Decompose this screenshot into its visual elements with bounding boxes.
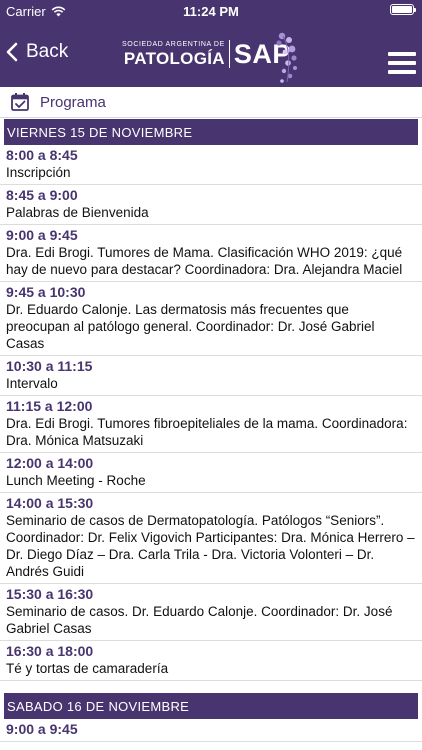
chevron-left-icon [6,42,18,62]
section-title: Programa [40,93,106,111]
entry-time: 15:30 a 16:30 [6,586,94,602]
entry-time: 16:30 a 18:00 [6,643,94,659]
entry-time: 9:00 a 9:45 [6,227,78,243]
schedule-entry[interactable]: 12:00 a 14:00 Lunch Meeting - Roche [0,453,422,493]
status-right [390,4,416,15]
schedule-entry[interactable]: 14:00 a 15:30 Seminario de casos de Derm… [0,493,422,584]
schedule-entry[interactable]: 10:30 a 11:15 Intervalo [0,356,422,396]
status-time: 11:24 PM [183,4,239,19]
battery-fill [392,6,412,13]
entry-description: Intervalo [6,376,58,391]
schedule-entry[interactable]: 9:00 a 9:45 Dra. Edi Brogi. Tumores de M… [0,225,422,282]
day-spacer [0,681,422,693]
nav-bar: Back SOCIEDAD ARGENTINA DE PATOLOGÍA SAP [0,22,422,87]
entry-time: 11:15 a 12:00 [6,398,93,414]
entry-description: Inscripción [6,165,71,180]
entry-time: 8:00 a 8:45 [6,147,78,163]
day-header: VIERNES 15 DE NOVIEMBRE [4,119,418,145]
logo-big-text: PATOLOGÍA [123,49,225,68]
logo-text: SOCIEDAD ARGENTINA DE PATOLOGÍA [122,40,225,68]
entry-time: 12:00 a 14:00 [6,455,94,471]
logo-divider [228,40,230,68]
logo-small-text: SOCIEDAD ARGENTINA DE [122,41,225,48]
entry-time: 9:00 a 9:45 [6,721,78,737]
back-label: Back [26,41,69,62]
entry-description: Dra. Edi Brogi. Tumores fibroepiteliales… [6,416,408,448]
entry-description: Lunch Meeting - Roche [6,473,146,488]
menu-line [388,70,416,74]
entry-time: 14:00 a 15:30 [6,495,94,511]
calendar-check-icon [11,93,29,111]
battery-icon [390,4,416,15]
day-block: VIERNES 15 DE NOVIEMBRE 8:00 a 8:45 Insc… [0,119,422,681]
entry-description: Dra. Edi Brogi. Tumores de Mama. Clasifi… [6,245,403,277]
entry-time: 9:45 a 10:30 [6,284,86,300]
schedule-entry[interactable]: 15:30 a 16:30 Seminario de casos. Dr. Ed… [0,584,422,641]
entry-description: Té y tortas de camaradería [6,661,169,676]
sap-logo: SOCIEDAD ARGENTINA DE PATOLOGÍA SAP [122,32,297,83]
schedule-entry[interactable]: 16:30 a 18:00 Té y tortas de camaradería [0,641,422,681]
entry-time: 10:30 a 11:15 [6,358,93,374]
day-header: SABADO 16 DE NOVIEMBRE [4,693,418,719]
section-header: Programa [0,87,422,118]
flower-icon [276,32,297,83]
status-bar: Carrier 11:24 PM [0,0,422,22]
entry-description: Seminario de casos. Dr. Eduardo Calonje.… [6,604,393,636]
entry-description: Seminario de casos de Dermatopatología. … [6,513,415,579]
entry-description: Dr. Eduardo Calonje. Las dermatosis más … [6,302,375,351]
menu-line [388,52,416,56]
entry-description: Palabras de Bienvenida [6,205,149,220]
hamburger-menu-button[interactable] [388,52,416,74]
day-block: SABADO 16 DE NOVIEMBRE 9:00 a 9:45 [0,693,422,742]
schedule-entry[interactable]: 9:00 a 9:45 [0,719,422,742]
schedule-list: VIERNES 15 DE NOVIEMBRE 8:00 a 8:45 Insc… [0,119,422,742]
entry-time: 8:45 a 9:00 [6,187,78,203]
back-button[interactable]: Back [6,41,68,63]
schedule-entry[interactable]: 11:15 a 12:00 Dra. Edi Brogi. Tumores fi… [0,396,422,453]
menu-line [388,61,416,65]
schedule-entry[interactable]: 9:45 a 10:30 Dr. Eduardo Calonje. Las de… [0,282,422,356]
schedule-entry[interactable]: 8:00 a 8:45 Inscripción [0,145,422,185]
schedule-entry[interactable]: 8:45 a 9:00 Palabras de Bienvenida [0,185,422,225]
